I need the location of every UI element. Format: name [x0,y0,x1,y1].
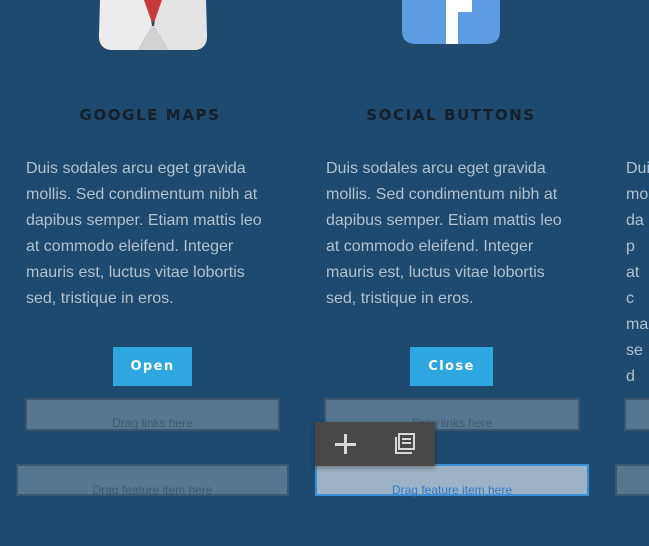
plus-icon[interactable] [329,428,361,460]
feature-title: GOOGLE MAPS [79,106,221,124]
feature-drop-zone[interactable]: Drag feature item here [16,464,289,497]
feature-description: Duis sodales arcu eget gravida mollis. S… [326,160,562,307]
feature-description: Duis sodales arcu eget gravida mollis. S… [26,160,262,307]
map-pin-icon [98,0,208,52]
links-drop-zone[interactable] [624,398,649,431]
feature-title: SOCIAL BUTTONS [366,106,536,124]
feature-drop-zone[interactable] [615,464,649,496]
links-drop-zone[interactable]: Drag links here [25,398,280,431]
close-button[interactable]: Close [410,347,493,386]
feature-column-partial: Dui mo dap at c ma sed [602,0,649,546]
feature-drop-zone-active[interactable]: Drag feature item here [315,464,589,497]
facebook-icon [402,0,500,45]
element-toolbar [315,422,435,466]
duplicate-icon[interactable] [389,428,421,460]
feature-description-fragment: Dui mo dap at c ma sed [626,160,649,385]
open-button[interactable]: Open [113,347,192,386]
